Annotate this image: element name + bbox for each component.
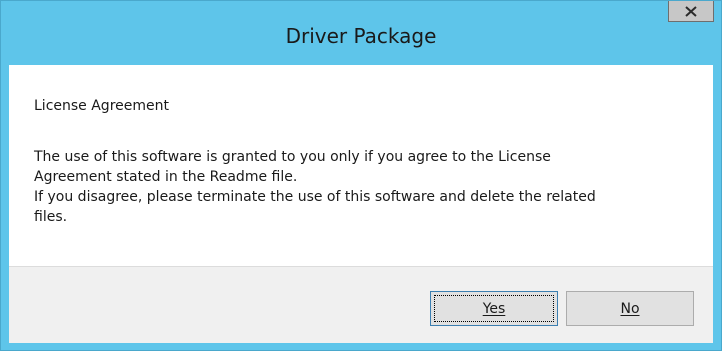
dialog-window: Driver Package License Agreement The use… xyxy=(0,0,722,351)
license-message: The use of this software is granted to y… xyxy=(34,147,694,227)
dialog-content: License Agreement The use of this softwa… xyxy=(9,65,713,343)
message-line: The use of this software is granted to y… xyxy=(34,149,551,165)
no-button-label: No xyxy=(620,300,640,317)
close-icon xyxy=(685,5,697,17)
window-title: Driver Package xyxy=(285,24,437,48)
button-bar: Yes No xyxy=(9,266,713,343)
title-bar[interactable]: Driver Package xyxy=(1,1,721,65)
message-line: files. xyxy=(34,209,68,225)
close-button[interactable] xyxy=(668,1,714,22)
message-line: If you disagree, please terminate the us… xyxy=(34,189,596,205)
yes-button-label: Yes xyxy=(482,300,506,317)
license-heading: License Agreement xyxy=(34,98,169,114)
no-button[interactable]: No xyxy=(566,291,694,326)
yes-button[interactable]: Yes xyxy=(430,291,558,326)
message-line: Agreement stated in the Readme file. xyxy=(34,169,298,185)
